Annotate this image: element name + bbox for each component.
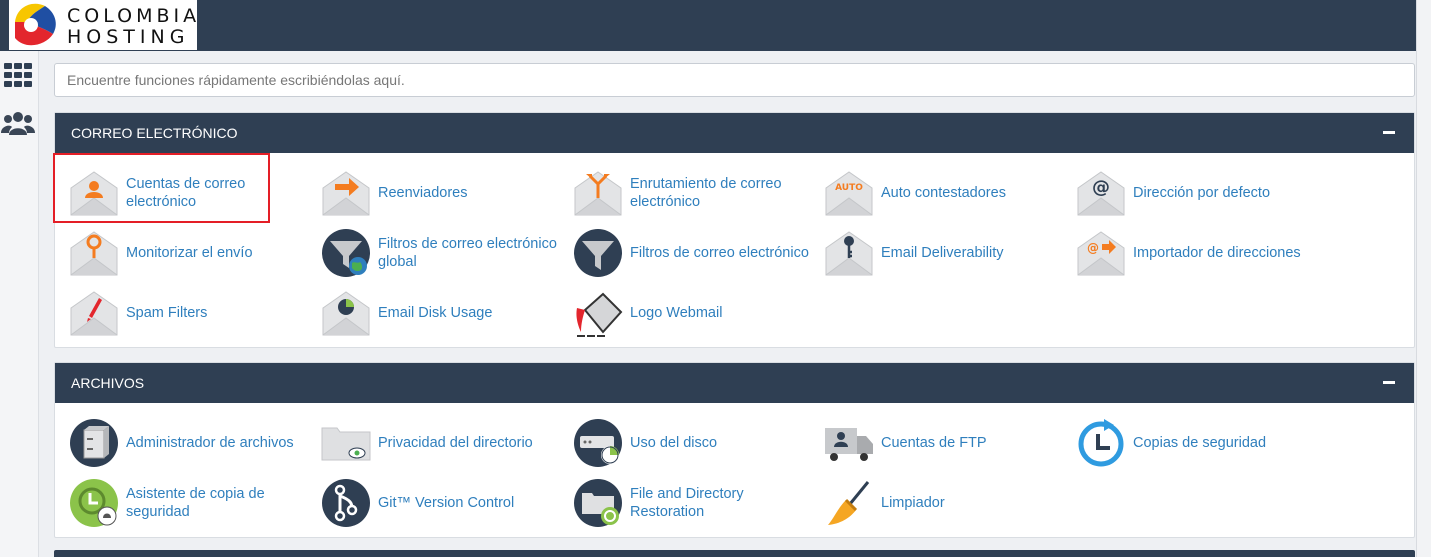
email-item-global-filters[interactable]: Filtros de correo electrónico global <box>321 228 568 278</box>
left-sidebar <box>0 51 39 557</box>
disk-usage-icon <box>574 419 622 467</box>
email-item-webmail-logo[interactable]: Logo Webmail <box>573 288 820 338</box>
email-accounts-icon <box>70 171 118 216</box>
global-filters-icon <box>322 229 370 277</box>
email-item-autoresponders[interactable]: AUTO Auto contestadores <box>824 168 1071 218</box>
email-item-spam-filters[interactable]: Spam Filters <box>69 288 316 338</box>
email-item-track-delivery[interactable]: Monitorizar el envío <box>69 228 316 278</box>
cleaner-icon <box>828 481 870 525</box>
email-item-label: Spam Filters <box>126 305 208 321</box>
sidebar-tools-button[interactable] <box>0 55 36 95</box>
email-panel-header[interactable]: CORREO ELECTRÓNICO <box>55 113 1414 153</box>
backup-wizard-icon <box>70 479 118 527</box>
files-item-label: File and Directory Restoration <box>630 486 744 520</box>
files-item-backup[interactable]: Copias de seguridad <box>1076 418 1323 468</box>
webmail-logo-icon <box>576 292 623 337</box>
brand-name-line1: COLOMBIA <box>67 5 201 27</box>
files-panel-title: ARCHIVOS <box>71 375 145 391</box>
file-manager-icon <box>70 419 118 467</box>
email-routing-icon <box>574 171 622 216</box>
files-item-backup-wizard[interactable]: Asistente de copia de seguridad <box>69 478 316 528</box>
files-item-label: Privacidad del directorio <box>378 435 533 451</box>
grid-icon <box>4 63 32 87</box>
default-address-icon: @ <box>1077 171 1125 216</box>
files-item-label: Copias de seguridad <box>1133 435 1267 451</box>
restoration-icon <box>574 479 622 527</box>
vertical-scrollbar[interactable] <box>1416 0 1431 557</box>
address-importer-icon: @ <box>1077 231 1125 276</box>
email-item-accounts[interactable]: Cuentas de correo electrónico <box>69 168 316 218</box>
files-item-directory-privacy[interactable]: Privacidad del directorio <box>321 418 568 468</box>
email-item-label: Filtros de correo electrónico global <box>378 236 557 270</box>
email-item-disk-usage[interactable]: Email Disk Usage <box>321 288 568 338</box>
collapse-icon[interactable] <box>1383 381 1395 384</box>
email-item-label: Importador de direcciones <box>1133 245 1301 261</box>
next-panel-header[interactable] <box>54 550 1415 557</box>
collapse-icon[interactable] <box>1383 131 1395 134</box>
deliverability-icon <box>825 231 873 276</box>
email-item-filters[interactable]: Filtros de correo electrónico <box>573 228 820 278</box>
search-input[interactable] <box>54 63 1415 97</box>
email-item-label: Logo Webmail <box>630 305 723 321</box>
files-item-cleaner[interactable]: Limpiador <box>824 478 1071 528</box>
scrollbar-top <box>1417 0 1431 51</box>
ftp-accounts-icon <box>825 428 873 461</box>
email-disk-usage-icon <box>322 291 370 336</box>
files-item-label: Cuentas de FTP <box>881 435 987 451</box>
files-item-label: Administrador de archivos <box>126 435 294 451</box>
files-item-label: Asistente de copia de seguridad <box>126 486 265 520</box>
main-content <box>54 63 1415 97</box>
email-item-label: Enrutamiento de correo electrónico <box>630 176 782 210</box>
email-item-label: Dirección por defecto <box>1133 185 1271 201</box>
email-panel-title: CORREO ELECTRÓNICO <box>71 125 238 141</box>
email-item-label: Cuentas de correo electrónico <box>126 176 246 210</box>
files-panel-header[interactable]: ARCHIVOS <box>55 363 1414 403</box>
email-item-address-importer[interactable]: @ Importador de direcciones <box>1076 228 1323 278</box>
files-item-ftp-accounts[interactable]: Cuentas de FTP <box>824 418 1071 468</box>
top-header <box>0 0 1416 51</box>
svg-text:@: @ <box>1092 177 1110 198</box>
email-item-label: Filtros de correo electrónico <box>630 245 809 261</box>
email-panel: CORREO ELECTRÓNICO Cuentas de correo ele… <box>54 112 1415 348</box>
email-item-label: Auto contestadores <box>881 185 1006 201</box>
files-item-label: Limpiador <box>881 495 945 511</box>
files-item-label: Git™ Version Control <box>378 495 515 511</box>
email-filters-icon <box>574 229 622 277</box>
files-item-disk-usage[interactable]: Uso del disco <box>573 418 820 468</box>
email-item-label: Email Deliverability <box>881 245 1004 261</box>
files-item-restoration[interactable]: File and Directory Restoration <box>573 478 820 528</box>
spam-filters-icon <box>70 291 118 336</box>
files-item-label: Uso del disco <box>630 435 718 451</box>
track-delivery-icon <box>70 231 118 276</box>
email-item-label: Monitorizar el envío <box>126 245 253 261</box>
svg-text:AUTO: AUTO <box>835 183 863 193</box>
files-item-file-manager[interactable]: Administrador de archivos <box>69 418 316 468</box>
brand-name-line2: HOSTING <box>67 26 190 48</box>
autoresponders-icon: AUTO <box>825 171 873 216</box>
forwarders-icon <box>322 171 370 216</box>
email-item-label: Email Disk Usage <box>378 305 493 321</box>
users-icon <box>1 112 35 135</box>
brand-logo[interactable]: COLOMBIA HOSTING <box>9 0 197 50</box>
svg-text:@: @ <box>1087 241 1099 255</box>
email-item-deliverability[interactable]: Email Deliverability <box>824 228 1071 278</box>
brand-logo-icon <box>15 3 56 46</box>
email-item-default-address[interactable]: @ Dirección por defecto <box>1076 168 1323 218</box>
email-item-label: Reenviadores <box>378 185 468 201</box>
files-panel: ARCHIVOS Administrador de archivos Priva… <box>54 362 1415 538</box>
sidebar-users-button[interactable] <box>0 103 36 143</box>
directory-privacy-icon <box>321 427 371 461</box>
files-item-git[interactable]: Git™ Version Control <box>321 478 568 528</box>
email-item-forwarders[interactable]: Reenviadores <box>321 168 568 218</box>
git-icon <box>322 479 370 527</box>
email-item-routing[interactable]: Enrutamiento de correo electrónico <box>573 168 820 218</box>
backup-icon <box>1078 419 1124 467</box>
